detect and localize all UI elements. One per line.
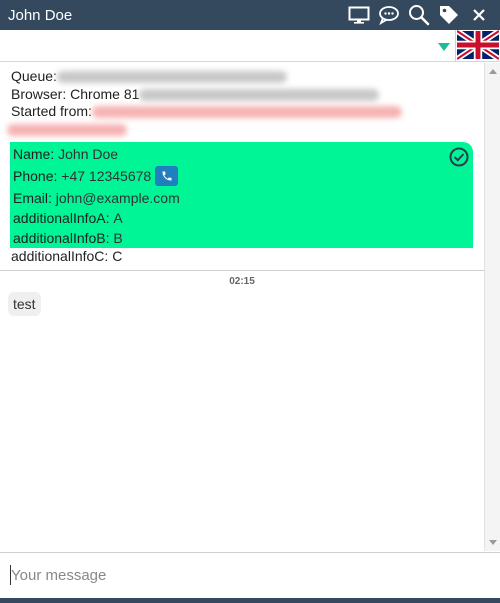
contact-info-b-row: additionalInfoB: B	[13, 229, 123, 246]
started-value-redacted	[91, 106, 402, 118]
scroll-down-icon	[489, 540, 497, 545]
contact-card: Name: John Doe Phone: +47 12345678 Email…	[10, 141, 473, 248]
tag-icon[interactable]	[434, 0, 464, 30]
browser-row: Browser: Chrome 81	[11, 86, 473, 104]
browser-value-redacted	[139, 88, 380, 101]
call-button[interactable]	[155, 165, 179, 186]
phone-value: +47 12345678	[61, 167, 152, 184]
search-icon[interactable]	[404, 0, 434, 30]
name-key: Name	[13, 145, 51, 162]
conversation-panel[interactable]: Queue: Browser: Chrome 81 Started from: …	[0, 63, 484, 551]
started-row: Started from:	[11, 103, 473, 121]
title-bar-actions	[344, 0, 500, 30]
queue-value-redacted	[56, 71, 287, 83]
contact-phone-row: Phone: +47 12345678	[13, 164, 470, 188]
contact-info-a-row: additionalInfoA: A	[13, 209, 123, 226]
contact-email-row: Email: john@example.com	[13, 189, 180, 206]
queue-row: Queue:	[11, 68, 473, 86]
visitor-meta: Queue: Browser: Chrome 81 Started from:	[0, 63, 484, 136]
browser-label: Browser	[11, 85, 63, 102]
phone-key: Phone	[13, 167, 54, 184]
name-value: John Doe	[58, 145, 119, 162]
message-input[interactable]	[10, 565, 490, 585]
check-circle-icon[interactable]	[449, 147, 469, 167]
email-value: john@example.com	[55, 189, 180, 206]
message-bubble: test	[8, 291, 41, 316]
info-c-value: C	[112, 247, 123, 264]
started-value-redacted-cont	[7, 123, 127, 136]
scroll-up-icon	[489, 69, 497, 74]
chat-bubble-icon[interactable]	[374, 0, 404, 30]
queue-label: Queue	[11, 68, 54, 84]
info-a-key: additionalInfoA	[13, 209, 106, 226]
close-icon[interactable]	[464, 0, 494, 30]
message-timestamp: 02:15	[229, 275, 255, 287]
email-key: Email	[13, 189, 49, 206]
info-b-key: additionalInfoB	[13, 229, 106, 246]
title-bar: John Doe	[0, 0, 500, 30]
message-composer	[0, 552, 500, 598]
phone-icon	[162, 171, 172, 180]
monitor-icon[interactable]	[344, 0, 374, 30]
chevron-down-icon[interactable]	[437, 40, 451, 52]
info-a-value: A	[113, 209, 123, 226]
browser-value: Chrome 81	[70, 85, 140, 102]
window-title: John Doe	[8, 6, 73, 24]
divider	[0, 269, 484, 271]
started-label: Started from	[11, 103, 89, 119]
contact-name-row: Name: John Doe	[13, 145, 119, 162]
contact-info-c-row: additionalInfoC: C	[11, 247, 123, 264]
divider	[455, 30, 456, 62]
info-c-key: additionalInfoC	[11, 247, 105, 264]
info-b-value: B	[113, 229, 123, 246]
bottom-bar	[0, 598, 500, 603]
uk-flag-icon[interactable]	[455, 28, 500, 62]
language-bar	[0, 28, 500, 62]
scrollbar[interactable]	[484, 63, 500, 551]
